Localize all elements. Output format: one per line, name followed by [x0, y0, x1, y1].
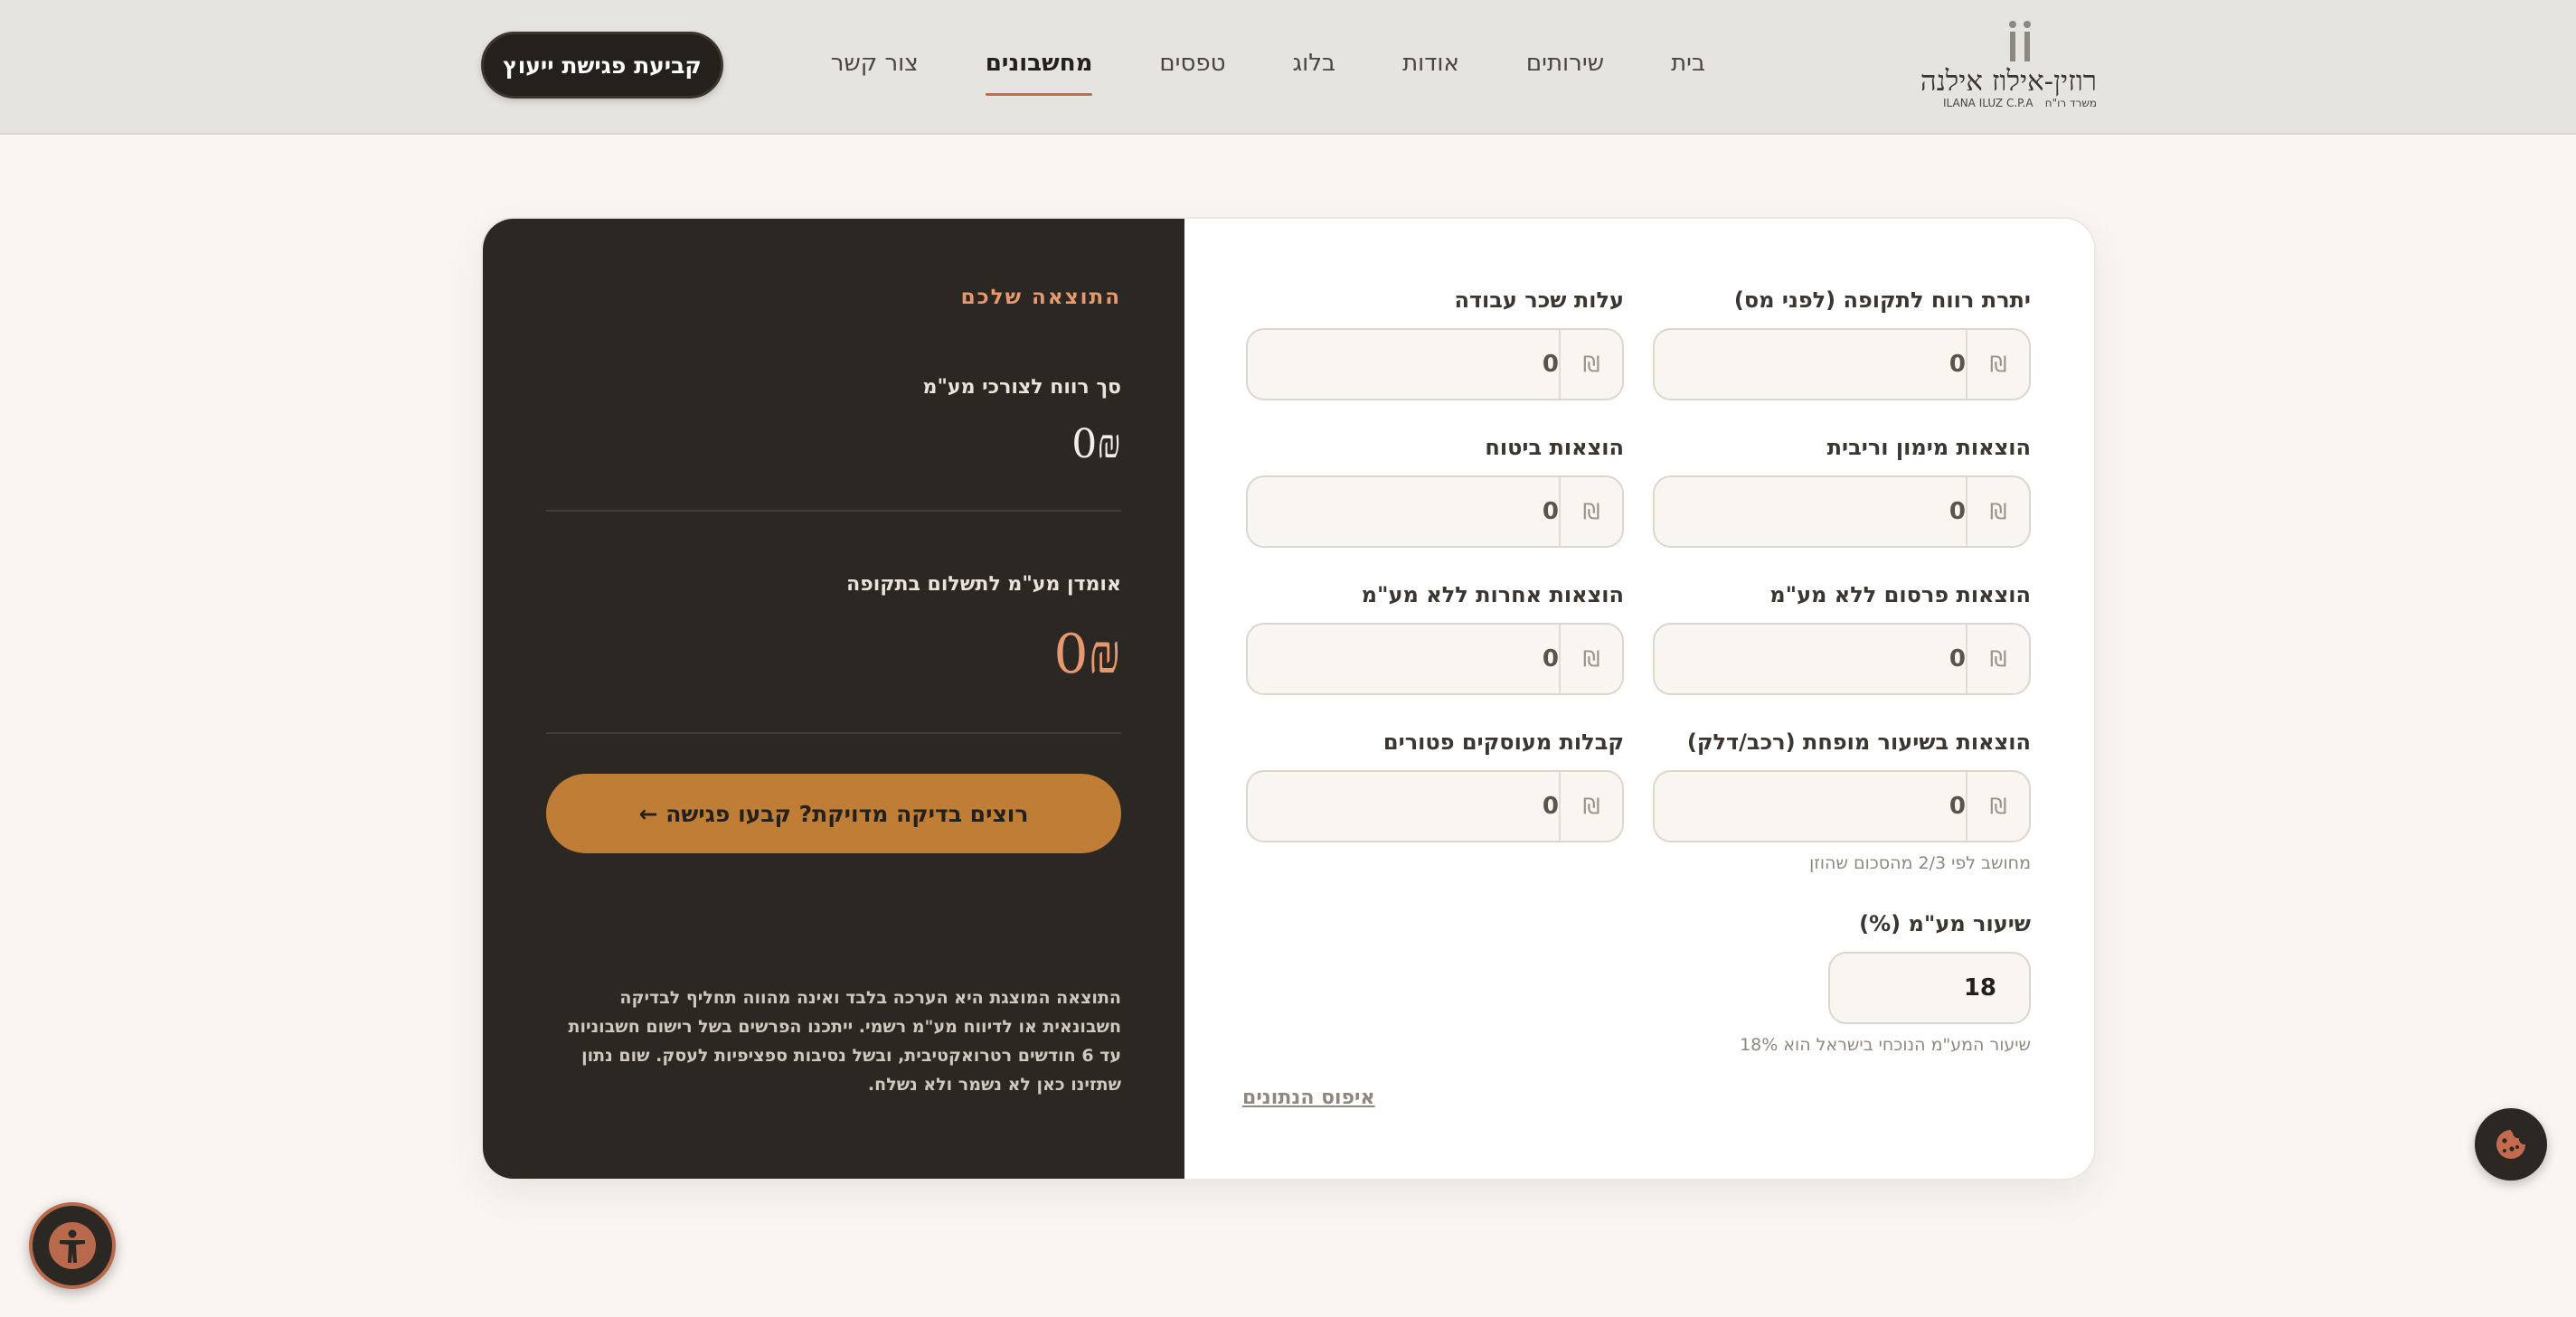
nav-item-contact[interactable]: צור קשר [831, 42, 919, 85]
result-title: התוצאה שלכם [960, 286, 1121, 309]
vat-result-value: 0₪ [1053, 623, 1121, 686]
nav-item-forms[interactable]: טפסים [1159, 42, 1225, 85]
input-value: 0 [1949, 793, 1966, 820]
logo[interactable]: רוזין-אילוז אילנה ILANA ILUZ C.P.A משרד … [1920, 20, 2097, 110]
cookie-settings-button[interactable] [2475, 1108, 2547, 1181]
field-other: הוצאות אחרות ללא מע"מ ₪ 0 [1246, 580, 1624, 695]
currency-symbol: ₪ [1966, 625, 2029, 693]
accessibility-button[interactable] [29, 1202, 116, 1289]
divider [546, 510, 1121, 512]
field-label: הוצאות אחרות ללא מע"מ [1361, 582, 1624, 607]
field-label: עלות שכר עבודה [1454, 287, 1624, 313]
currency-symbol: ₪ [1559, 477, 1622, 546]
input-value: 0 [1542, 351, 1559, 378]
calculator-form: יתרת רווח לתקופה (לפני מס) ₪ 0 עלות שכר … [1181, 219, 2094, 1179]
field-exempt-receipts: קבלות מעוסקים פטורים ₪ 0 [1246, 728, 1624, 842]
currency-symbol: ₪ [1966, 477, 2029, 546]
field-vat-rate: שיעור מע"מ (%) 18 שיעור המע"מ הנוכחי ביש… [1653, 909, 2031, 1057]
field-label: הוצאות מימון וריבית [1826, 435, 2031, 460]
field-label: הוצאות פרסום ללא מע"מ [1769, 582, 2031, 607]
field-label: יתרת רווח לתקופה (לפני מס) [1733, 287, 2031, 313]
field-advertising: הוצאות פרסום ללא מע"מ ₪ 0 [1653, 580, 2031, 695]
vat-rate-hint: שיעור המע"מ הנוכחי בישראל הוא 18% [1740, 1035, 2031, 1055]
input-value: 0 [1949, 645, 1966, 673]
field-insurance: הוצאות ביטוח ₪ 0 [1246, 433, 1624, 548]
book-meeting-button[interactable]: רוצים בדיקה מדויקת? קבעו פגישה ← [546, 774, 1121, 853]
profit-result-value: 0₪ [1071, 421, 1121, 467]
field-profit: יתרת רווח לתקופה (לפני מס) ₪ 0 [1653, 286, 2031, 400]
exempt-receipts-input[interactable]: ₪ 0 [1246, 770, 1624, 842]
reduced-rate-input[interactable]: ₪ 0 [1653, 770, 2031, 842]
profit-result-label: סך רווח לצורכי מע"מ [922, 376, 1121, 399]
input-value: 0 [1542, 793, 1559, 820]
vat-result-label: אומדן מע"מ לתשלום בתקופה [846, 573, 1121, 596]
reset-data-link[interactable]: איפוס הנתונים [1242, 1087, 1375, 1109]
input-value: 0 [1949, 351, 1966, 378]
field-label: קבלות מעוסקים פטורים [1382, 729, 1624, 755]
logo-name: רוזין-אילוז אילנה [1920, 65, 2097, 98]
logo-mark-icon [2009, 21, 2031, 61]
field-finance: הוצאות מימון וריבית ₪ 0 [1653, 433, 2031, 548]
field-salary: עלות שכר עבודה ₪ 0 [1246, 286, 1624, 400]
vat-rate-value: 18 [1963, 974, 1996, 1002]
accessibility-icon [49, 1222, 96, 1269]
nav-item-home[interactable]: בית [1671, 42, 1705, 85]
site-header: רוזין-אילוז אילנה ILANA ILUZ C.P.A משרד … [0, 0, 2576, 135]
advertising-input[interactable]: ₪ 0 [1653, 623, 2031, 695]
field-label: שיעור מע"מ (%) [1859, 911, 2031, 936]
vat-calculator-card: יתרת רווח לתקופה (לפני מס) ₪ 0 עלות שכר … [481, 217, 2096, 1181]
input-value: 0 [1542, 498, 1559, 525]
cookie-icon [2496, 1130, 2525, 1159]
currency-symbol: ₪ [1966, 330, 2029, 399]
divider [546, 732, 1121, 734]
book-consultation-button[interactable]: קביעת פגישת ייעוץ [481, 32, 723, 99]
currency-symbol: ₪ [1559, 330, 1622, 399]
currency-symbol: ₪ [1559, 772, 1622, 841]
field-hint: מחושב לפי 2/3 מהסכום שהוזן [1809, 853, 2031, 873]
profit-input[interactable]: ₪ 0 [1653, 328, 2031, 400]
salary-input[interactable]: ₪ 0 [1246, 328, 1624, 400]
nav-item-services[interactable]: שירותים [1526, 42, 1604, 85]
input-value: 0 [1542, 645, 1559, 673]
field-label: הוצאות בשיעור מופחת (רכב/דלק) [1686, 729, 2031, 755]
vat-rate-input[interactable]: 18 [1828, 952, 2031, 1024]
result-panel: התוצאה שלכם סך רווח לצורכי מע"מ 0₪ אומדן… [483, 219, 1184, 1179]
input-value: 0 [1949, 498, 1966, 525]
field-reduced-rate: הוצאות בשיעור מופחת (רכב/דלק) ₪ 0 מחושב … [1653, 728, 2031, 875]
disclaimer-text: התוצאה המוצגת היא הערכה בלבד ואינה מהווה… [568, 988, 1121, 1095]
currency-symbol: ₪ [1559, 625, 1622, 693]
nav-item-blog[interactable]: בלוג [1292, 42, 1335, 85]
nav-item-calculators[interactable]: מחשבונים [985, 42, 1092, 96]
main-nav: בית שירותים אודות בלוג טפסים מחשבונים צו… [764, 42, 1705, 96]
currency-symbol: ₪ [1966, 772, 2029, 841]
logo-sub-en: ILANA ILUZ C.P.A [1943, 97, 2033, 109]
insurance-input[interactable]: ₪ 0 [1246, 475, 1624, 548]
finance-input[interactable]: ₪ 0 [1653, 475, 2031, 548]
logo-sub-he: משרד רו"ח [2044, 97, 2097, 109]
logo-subtitle: ILANA ILUZ C.P.A משרד רו"ח [1943, 96, 2097, 110]
nav-item-about[interactable]: אודות [1402, 42, 1459, 85]
other-expenses-input[interactable]: ₪ 0 [1246, 623, 1624, 695]
field-label: הוצאות ביטוח [1485, 435, 1624, 460]
